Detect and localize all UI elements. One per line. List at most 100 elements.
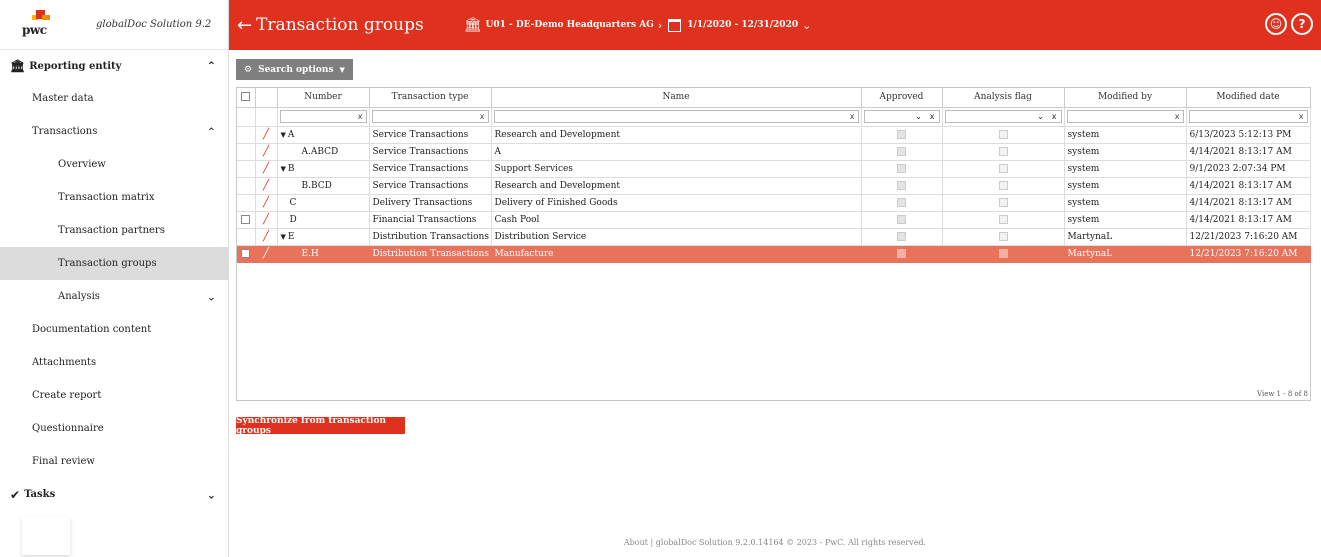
approved-checkbox	[897, 248, 906, 258]
number-cell: D	[277, 211, 370, 229]
table-row[interactable]: ╱ E.H Distribution Transactions Manufact…	[237, 245, 1311, 263]
pwc-logo: pwc	[22, 9, 56, 40]
entity-selector[interactable]: U01 - DE-Demo Headquarters AG	[485, 20, 653, 30]
column-header-number[interactable]: Number	[277, 88, 370, 108]
calendar-icon	[668, 18, 682, 32]
table-row[interactable]: ╱ ▼ E Distribution Transactions Distribut…	[237, 228, 1311, 246]
filter-modified-by-input[interactable]: x	[1066, 110, 1184, 123]
column-header-modified-by[interactable]: Modified by	[1064, 88, 1187, 108]
column-header-modified-date[interactable]: Modified date	[1186, 88, 1311, 108]
back-arrow-icon[interactable]: ←	[237, 15, 252, 36]
edit-pencil-icon[interactable]: ╱	[263, 231, 269, 242]
table-row[interactable]: ╱ D Financial Transactions Cash Pool sys…	[237, 211, 1311, 229]
column-header-name[interactable]: Name	[491, 88, 862, 108]
approved-checkbox	[897, 180, 906, 190]
search-options-button[interactable]: ⚙ Search options ▼	[236, 59, 353, 80]
row-checkbox[interactable]	[241, 248, 251, 258]
edit-pencil-icon[interactable]: ╱	[263, 248, 269, 259]
table-row[interactable]: ╱ ▼ B Service Transactions Support Servic…	[237, 160, 1311, 178]
filter-analysis-flag-select[interactable]: ⌄ x	[944, 110, 1062, 123]
sidebar-item-transaction-partners[interactable]: Transaction partners	[0, 214, 228, 247]
sidebar-item-transactions[interactable]: Transactions ⌃	[0, 115, 228, 148]
avatar[interactable]	[22, 517, 70, 555]
edit-pencil-icon[interactable]: ╱	[263, 197, 269, 208]
modified-by-cell: MartynaL	[1064, 228, 1187, 246]
sidebar-item-create-report[interactable]: Create report	[0, 379, 228, 412]
column-header-approved[interactable]: Approved	[861, 88, 943, 108]
filter-name-input[interactable]: x	[493, 110, 859, 123]
modified-date-cell: 9/1/2023 2:07:34 PM	[1186, 160, 1311, 178]
name-cell: Distribution Service	[491, 228, 862, 246]
row-checkbox[interactable]	[241, 214, 251, 224]
edit-cell[interactable]: ╱	[255, 177, 278, 195]
modified-date-cell: 12/21/2023 7:16:20 AM	[1186, 245, 1311, 263]
table-row[interactable]: ╱ ▼ A Service Transactions Research and D…	[237, 126, 1311, 144]
edit-pencil-icon[interactable]: ╱	[263, 129, 269, 140]
sidebar-item-master-data[interactable]: Master data	[0, 82, 228, 115]
column-header-analysis-flag[interactable]: Analysis flag	[942, 88, 1065, 108]
sidebar-section-reporting-entity[interactable]: 🏛 Reporting entity ⌃	[0, 50, 228, 82]
number-cell: ▼ E	[277, 228, 370, 246]
sidebar-item-analysis[interactable]: Analysis ⌄	[0, 280, 228, 313]
sidebar-item-questionnaire[interactable]: Questionnaire	[0, 412, 228, 445]
edit-cell[interactable]: ╱	[255, 245, 278, 263]
chevron-down-icon: ⌄	[1037, 112, 1044, 121]
sidebar-item-overview[interactable]: Overview	[0, 148, 228, 181]
column-header-transaction-type[interactable]: Transaction type	[369, 88, 492, 108]
edit-cell[interactable]: ╱	[255, 126, 278, 144]
help-icon[interactable]: ?	[1291, 13, 1313, 35]
row-select-cell[interactable]	[237, 194, 256, 212]
number-cell: ▼ B	[277, 160, 370, 178]
filter-modified-date-input[interactable]: x	[1188, 110, 1308, 123]
select-all-header[interactable]	[237, 88, 256, 108]
synchronize-button[interactable]: Synchronize from transaction groups	[236, 416, 405, 436]
type-cell: Service Transactions	[369, 143, 492, 161]
edit-pencil-icon[interactable]: ╱	[263, 214, 269, 225]
number-cell: B.BCD	[277, 177, 370, 195]
sidebar-item-final-review[interactable]: Final review	[0, 445, 228, 478]
type-cell: Service Transactions	[369, 160, 492, 178]
edit-pencil-icon[interactable]: ╱	[263, 146, 269, 157]
analysis-flag-checkbox	[998, 197, 1008, 207]
chevron-down-icon[interactable]: ⌄	[802, 19, 811, 32]
edit-pencil-icon[interactable]: ╱	[263, 163, 269, 174]
sidebar-item-attachments[interactable]: Attachments	[0, 346, 228, 379]
row-select-cell[interactable]	[237, 177, 256, 195]
edit-cell[interactable]: ╱	[255, 194, 278, 212]
sidebar-item-transaction-matrix[interactable]: Transaction matrix	[0, 181, 228, 214]
row-select-cell[interactable]	[237, 160, 256, 178]
table-row[interactable]: ╱ C Delivery Transactions Delivery of Fi…	[237, 194, 1311, 212]
edit-cell[interactable]: ╱	[255, 228, 278, 246]
number-cell: C	[277, 194, 370, 212]
approved-cell	[861, 160, 943, 178]
period-selector[interactable]: 1/1/2020 - 12/31/2020	[687, 20, 798, 30]
filter-type-input[interactable]: x	[371, 110, 489, 123]
expand-triangle-icon[interactable]: ▼	[281, 131, 286, 139]
row-select-cell[interactable]	[237, 228, 256, 246]
row-select-cell[interactable]	[237, 143, 256, 161]
expand-triangle-icon[interactable]: ▼	[281, 233, 286, 241]
approved-checkbox	[897, 197, 906, 207]
filter-approved-select[interactable]: ⌄ x	[863, 110, 940, 123]
table-row[interactable]: ╱ B.BCD Service Transactions Research an…	[237, 177, 1311, 195]
edit-pencil-icon[interactable]: ╱	[263, 180, 269, 191]
sidebar-item-documentation-content[interactable]: Documentation content	[0, 313, 228, 346]
table-row[interactable]: ╱ A.ABCD Service Transactions A system 4…	[237, 143, 1311, 161]
profile-icon[interactable]: ☺	[1265, 13, 1287, 35]
expand-triangle-icon[interactable]: ▼	[281, 165, 286, 173]
name-cell: Support Services	[491, 160, 862, 178]
row-select-cell[interactable]	[237, 126, 256, 144]
edit-cell[interactable]: ╱	[255, 143, 278, 161]
edit-cell[interactable]: ╱	[255, 211, 278, 229]
select-all-checkbox[interactable]	[241, 92, 251, 102]
row-select-cell[interactable]	[237, 211, 256, 229]
sidebar-section-tasks[interactable]: ✔ Tasks ⌄	[0, 478, 228, 511]
approved-checkbox	[897, 214, 906, 224]
row-select-cell[interactable]	[237, 245, 256, 263]
type-cell: Distribution Transactions	[369, 228, 492, 246]
edit-cell[interactable]: ╱	[255, 160, 278, 178]
filter-number-input[interactable]: x	[279, 110, 367, 123]
sidebar-item-transaction-groups[interactable]: Transaction groups	[0, 247, 228, 280]
modified-by-cell: system	[1064, 160, 1187, 178]
modified-by-cell: MartynaL	[1064, 245, 1187, 263]
